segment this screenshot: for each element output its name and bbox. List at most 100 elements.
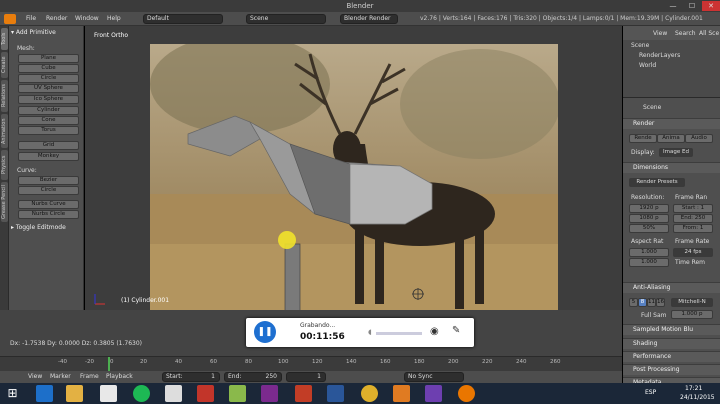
timeline-marker-menu[interactable]: Marker — [50, 372, 71, 382]
start-frame-field[interactable]: Start: 1 — [162, 372, 220, 382]
render-engine-select[interactable]: Blender Render — [340, 14, 398, 24]
end-frame-field[interactable]: End: 250 — [224, 372, 282, 382]
store-icon[interactable] — [100, 385, 117, 402]
blender-taskbar-icon[interactable] — [458, 385, 475, 402]
pause-button[interactable]: ❚❚ — [254, 321, 276, 343]
add-uv-sphere-button[interactable]: UV Sphere — [18, 84, 79, 93]
outliner-item-scene[interactable]: Scene — [631, 42, 649, 49]
spotify-icon[interactable] — [133, 385, 150, 402]
frame-end-field[interactable]: End: 250 — [673, 214, 713, 223]
display-select[interactable]: Image Ed — [659, 148, 693, 157]
timeline-playback-menu[interactable]: Playback — [106, 372, 133, 382]
word-icon[interactable] — [327, 385, 344, 402]
frame-start-field[interactable]: Start : 1 — [673, 204, 713, 213]
current-frame-marker[interactable] — [108, 357, 110, 372]
add-primitive-header[interactable]: ▾ Add Primitive — [11, 29, 56, 36]
add-curve-circle-button[interactable]: Circle — [18, 186, 79, 195]
scene-select[interactable]: Scene — [246, 14, 326, 24]
outliner-item-renderlayers[interactable]: RenderLayers — [639, 52, 680, 59]
sync-mode-select[interactable]: No Sync — [404, 372, 464, 382]
close-button[interactable]: ✕ — [702, 1, 720, 11]
tab-animation[interactable]: Animation — [1, 114, 8, 148]
outliner: View Search All Sce Scene RenderLayers W… — [623, 26, 720, 98]
start-button-icon[interactable]: ⊞ — [4, 385, 21, 402]
minimize-button[interactable]: — — [664, 1, 682, 11]
add-cone-button[interactable]: Cone — [18, 116, 79, 125]
add-cylinder-button[interactable]: Cylinder — [18, 106, 79, 115]
outliner-filter-select[interactable]: All Sce — [699, 30, 719, 37]
audio-button[interactable]: Audio — [685, 134, 713, 143]
aa-filter-select[interactable]: Mitchell-N — [671, 298, 713, 307]
post-processing-panel-header[interactable]: Post Processing — [623, 364, 720, 375]
frame-rate-select[interactable]: 24 fps — [673, 248, 713, 257]
menu-window[interactable]: Window — [75, 14, 99, 24]
render-presets-select[interactable]: Render Presets — [629, 178, 685, 187]
layout-select[interactable]: Default — [143, 14, 223, 24]
add-cube-button[interactable]: Cube — [18, 64, 79, 73]
aspect-x-field[interactable]: 1.000 — [629, 248, 669, 257]
toggle-editmode-header[interactable]: ▸ Toggle Editmode — [11, 224, 66, 231]
recorder-app-icon[interactable] — [393, 385, 410, 402]
outliner-view-menu[interactable]: View — [653, 30, 667, 37]
window-title: Blender — [346, 2, 374, 10]
add-bezier-button[interactable]: Bezier — [18, 176, 79, 185]
tab-relations[interactable]: Relations — [1, 80, 8, 112]
performance-panel-header[interactable]: Performance — [623, 351, 720, 362]
add-circle-button[interactable]: Circle — [18, 74, 79, 83]
app-green-icon[interactable] — [229, 385, 246, 402]
menu-file[interactable]: File — [26, 14, 36, 24]
microphone-icon[interactable]: ◖ — [368, 328, 372, 336]
resolution-y-field[interactable]: 1080 p — [629, 214, 669, 223]
blender-logo-icon[interactable] — [4, 14, 16, 24]
add-plane-button[interactable]: Plane — [18, 54, 79, 63]
outliner-search-menu[interactable]: Search — [675, 30, 696, 37]
frame-step-field[interactable]: From: 1 — [673, 224, 713, 233]
aspect-y-field[interactable]: 1.000 — [629, 258, 669, 267]
aa-8-button[interactable]: 8 — [638, 298, 647, 307]
aa-5-button[interactable]: 5 — [629, 298, 638, 307]
full-sample-label[interactable]: Full Sam — [641, 312, 667, 319]
file-explorer-icon[interactable] — [66, 385, 83, 402]
render-panel-header[interactable]: Render — [623, 118, 720, 129]
resolution-x-field[interactable]: 1920 p — [629, 204, 669, 213]
onenote-icon[interactable] — [261, 385, 278, 402]
dimensions-panel-header[interactable]: Dimensions — [623, 162, 720, 173]
timeline-view-menu[interactable]: View — [28, 372, 42, 382]
filter-size-field[interactable]: 1.000 p — [671, 310, 713, 319]
resolution-percent-field[interactable]: 50% — [629, 224, 669, 233]
tab-grease-pencil[interactable]: Grease Pencil — [1, 182, 8, 222]
webcam-icon[interactable]: ◉ — [430, 326, 439, 337]
acrobat-icon[interactable] — [197, 385, 214, 402]
anti-aliasing-panel-header[interactable]: Anti-Aliasing — [623, 282, 720, 293]
menu-help[interactable]: Help — [107, 14, 121, 24]
current-frame-field[interactable]: 1 — [286, 372, 326, 382]
powerpoint-icon[interactable] — [295, 385, 312, 402]
timeline[interactable]: -40 -20 0 20 40 60 80 100 120 140 160 18… — [0, 356, 622, 372]
app-icon[interactable] — [165, 385, 182, 402]
add-grid-button[interactable]: Grid — [18, 141, 79, 150]
internet-explorer-icon[interactable] — [36, 385, 53, 402]
app-purple-icon[interactable] — [425, 385, 442, 402]
pencil-icon[interactable]: ✎ — [452, 325, 460, 336]
motion-blur-panel-header[interactable]: Sampled Motion Blu — [623, 324, 720, 335]
menu-render[interactable]: Render — [46, 14, 67, 24]
chrome-icon[interactable] — [361, 385, 378, 402]
3d-viewport[interactable]: Front Ortho (1) Cylinder.001 — [85, 26, 622, 316]
timeline-frame-menu[interactable]: Frame — [80, 372, 99, 382]
render-button[interactable]: Rende — [629, 134, 657, 143]
shading-panel-header[interactable]: Shading — [623, 338, 720, 349]
add-ico-sphere-button[interactable]: Ico Sphere — [18, 95, 79, 104]
aa-16-button[interactable]: 16 — [656, 298, 665, 307]
maximize-button[interactable]: ☐ — [683, 1, 701, 11]
tab-tools[interactable]: Tools — [1, 28, 8, 50]
add-nurbs-curve-button[interactable]: Nurbs Curve — [18, 200, 79, 209]
outliner-item-world[interactable]: World — [639, 62, 656, 69]
aa-11-button[interactable]: 11 — [647, 298, 656, 307]
animation-button[interactable]: Anima — [657, 134, 685, 143]
tab-physics[interactable]: Physics — [1, 150, 8, 180]
tab-create[interactable]: Create — [1, 52, 8, 78]
add-monkey-button[interactable]: Monkey — [18, 152, 79, 161]
add-nurbs-circle-button[interactable]: Nurbs Circle — [18, 210, 79, 219]
add-torus-button[interactable]: Torus — [18, 126, 79, 135]
language-indicator[interactable]: ESP — [645, 389, 656, 396]
